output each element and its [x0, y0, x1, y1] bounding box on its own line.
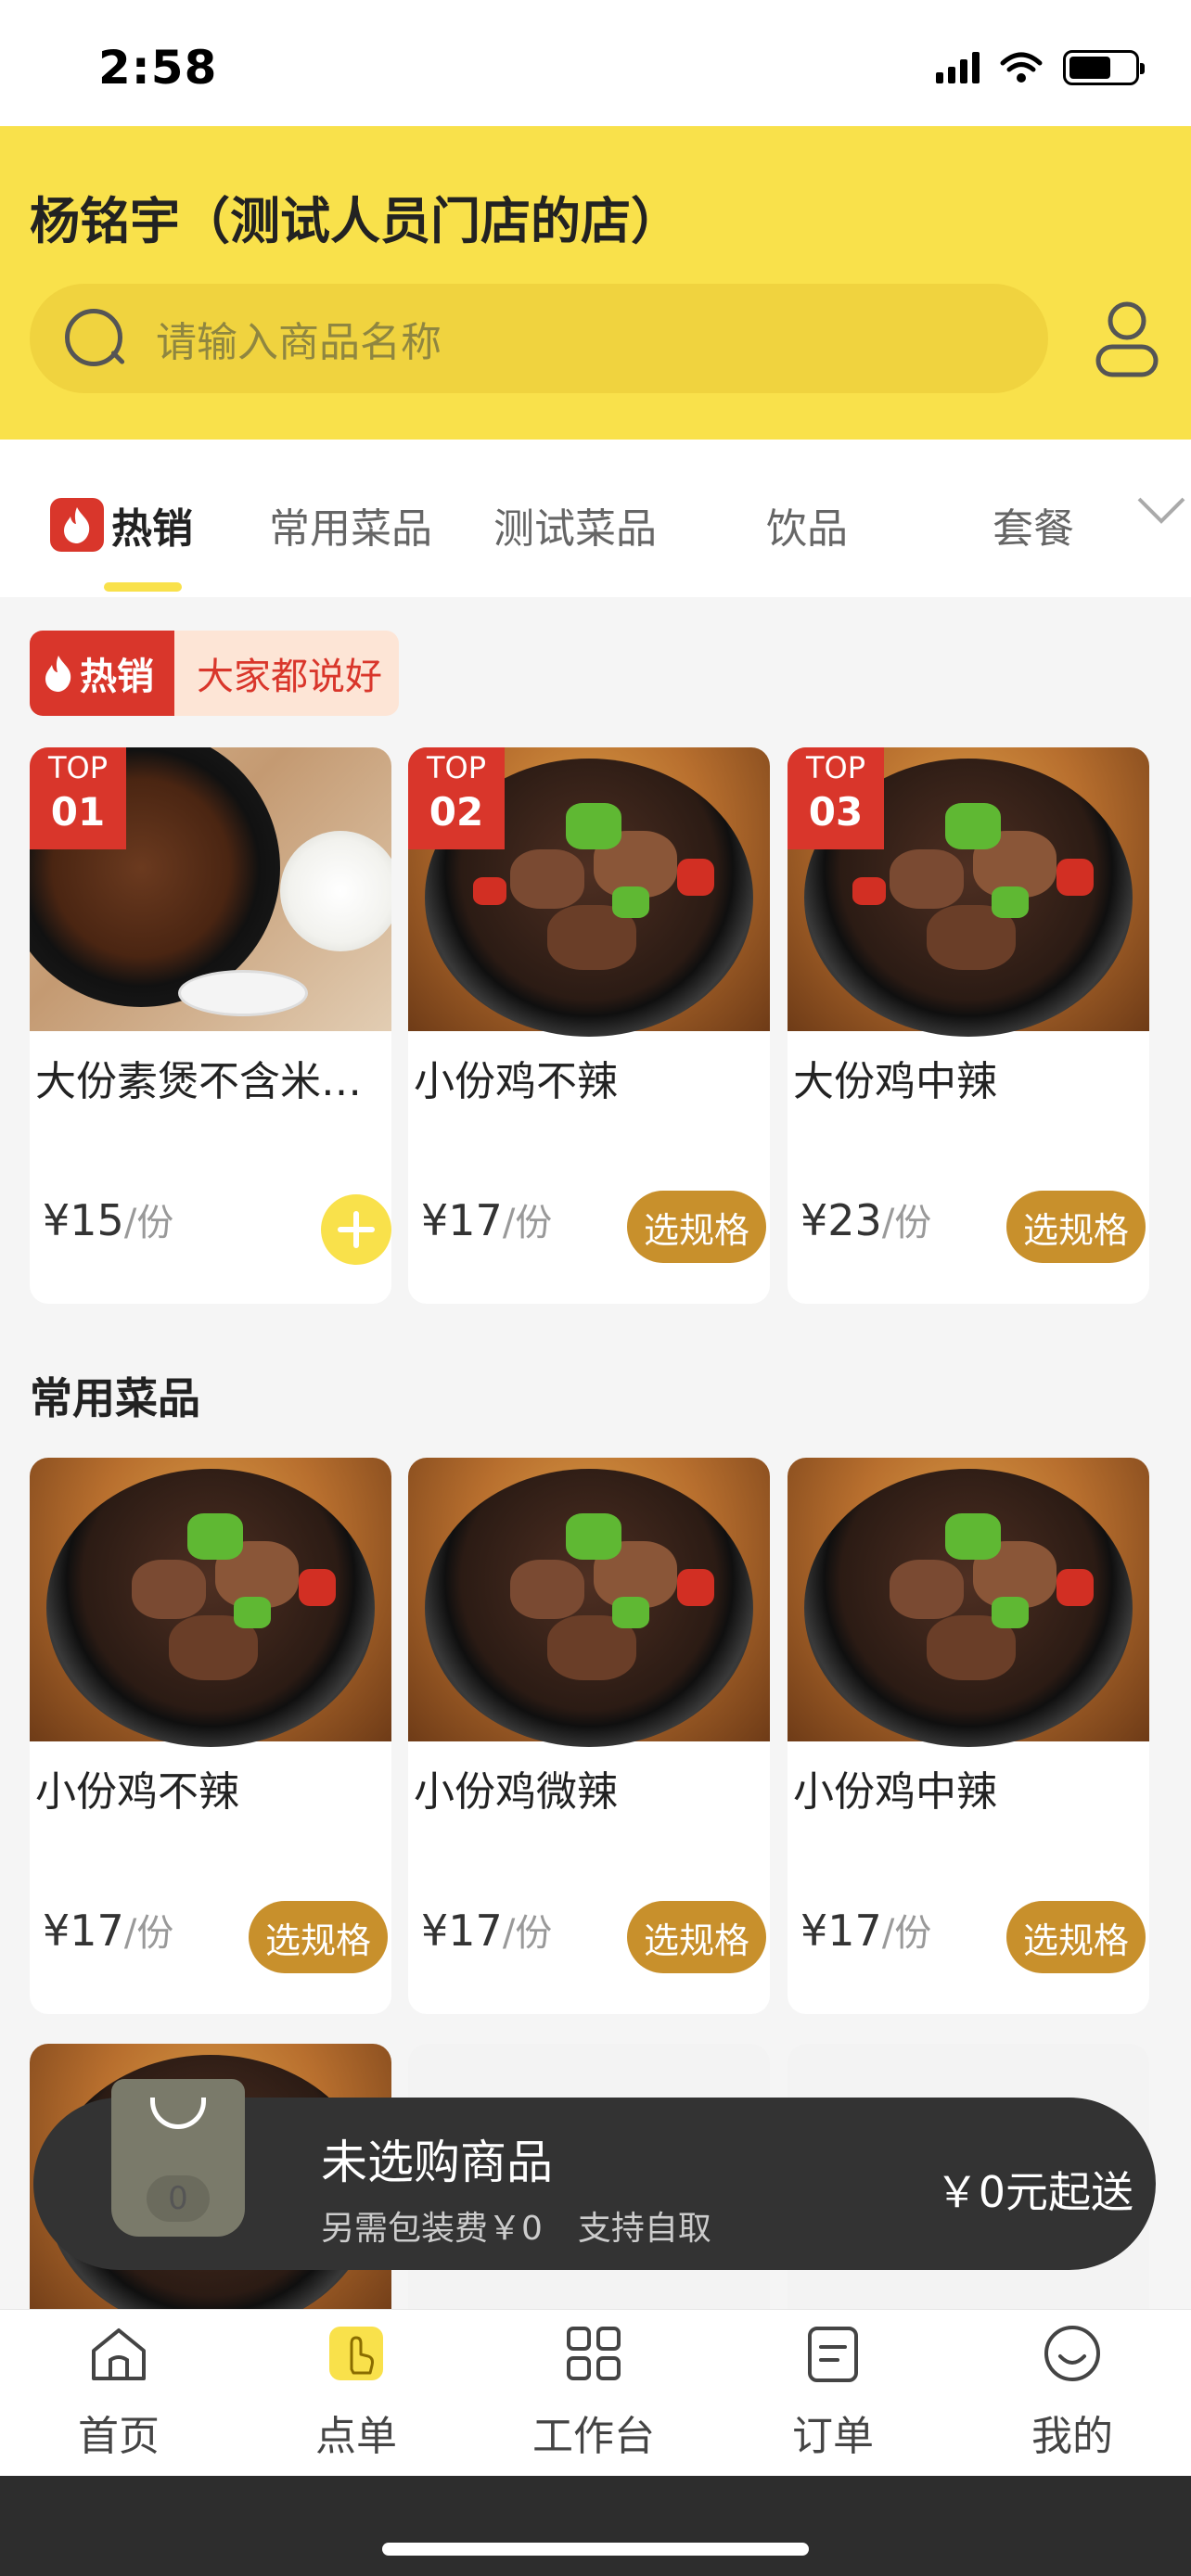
- nav-workbench[interactable]: 工作台: [501, 2323, 686, 2462]
- packaging-fee: 另需包装费￥0: [321, 2210, 543, 2248]
- product-name: 小份鸡微辣: [414, 1768, 618, 1816]
- tab-test-dishes[interactable]: 测试菜品: [493, 495, 657, 555]
- product-image: [788, 1458, 1149, 1747]
- status-icons: [936, 50, 1145, 85]
- status-bar: 2:58: [0, 0, 1191, 126]
- category-tabs: 热销 常用菜品 测试菜品 饮品 套餐: [0, 440, 1191, 597]
- product-name: 大份素煲不含米…: [35, 1058, 362, 1105]
- select-spec-button[interactable]: 选规格: [626, 1901, 766, 1973]
- search-icon: [65, 309, 124, 368]
- product-image: TOP 02: [408, 747, 770, 1037]
- receipt-icon: [808, 2327, 858, 2382]
- nav-home[interactable]: 首页: [26, 2323, 211, 2462]
- home-icon: [92, 2328, 146, 2380]
- tab-drinks[interactable]: 饮品: [766, 495, 848, 555]
- grid-icon: [567, 2327, 621, 2380]
- add-to-cart-button[interactable]: [321, 1194, 391, 1265]
- product-image: TOP 03: [788, 747, 1149, 1037]
- cellular-signal-icon: [936, 52, 980, 83]
- product-card[interactable]: TOP 01 大份素煲不含米… ¥15/份: [30, 747, 391, 1304]
- product-price: ¥17/份: [800, 1906, 932, 1956]
- active-tab-indicator: [104, 582, 182, 592]
- store-header: 杨铭宇（测试人员门店的店） 请输入商品名称: [0, 126, 1191, 440]
- product-card[interactable]: 小份鸡不辣 ¥17/份 选规格: [30, 1458, 391, 2014]
- product-image: [408, 1458, 770, 1747]
- search-placeholder[interactable]: 请输入商品名称: [156, 309, 442, 368]
- hot-banner: 热销 大家都说好: [30, 631, 399, 716]
- home-indicator[interactable]: [382, 2543, 809, 2556]
- select-spec-button[interactable]: 选规格: [248, 1901, 388, 1973]
- product-name: 小份鸡不辣: [35, 1768, 239, 1816]
- tab-combos[interactable]: 套餐: [992, 495, 1074, 555]
- rank-badge: TOP 01: [30, 747, 126, 849]
- tab-common-dishes[interactable]: 常用菜品: [269, 495, 432, 555]
- store-name: 杨铭宇（测试人员门店的店）: [30, 192, 681, 250]
- product-price: ¥23/份: [800, 1195, 932, 1245]
- product-price: ¥17/份: [421, 1195, 553, 1245]
- fire-icon: [50, 498, 104, 552]
- product-price: ¥17/份: [421, 1906, 553, 1956]
- nav-profile[interactable]: 我的: [980, 2323, 1165, 2462]
- section-title: 常用菜品: [30, 1373, 200, 1423]
- product-image: [30, 1458, 391, 1747]
- order-hand-icon: [329, 2327, 383, 2380]
- menu-content: 热销 大家都说好 TOP 01 大份素煲不含米… ¥15/份 TOP 02 小份…: [0, 597, 1191, 2309]
- bottom-nav: 首页 点单 工作台 订单 我的: [0, 2309, 1191, 2476]
- tab-hot[interactable]: 热销: [50, 495, 193, 555]
- product-image: TOP 01: [30, 747, 391, 1031]
- chevron-down-icon[interactable]: [1135, 491, 1187, 529]
- select-spec-button[interactable]: 选规格: [1005, 1901, 1146, 1973]
- wifi-icon: [1000, 52, 1043, 83]
- rank-badge: TOP 03: [788, 747, 884, 849]
- nav-order[interactable]: 点单: [263, 2323, 449, 2462]
- product-name: 小份鸡中辣: [793, 1768, 997, 1816]
- battery-icon: [1063, 50, 1145, 85]
- product-name: 大份鸡中辣: [793, 1058, 997, 1105]
- search-bar[interactable]: 请输入商品名称: [30, 284, 1048, 393]
- status-time: 2:58: [98, 41, 218, 95]
- home-indicator-area: [0, 2476, 1191, 2576]
- minimum-order: ￥0元起送: [935, 2167, 1133, 2217]
- product-card[interactable]: TOP 02 小份鸡不辣 ¥17/份 选规格: [408, 747, 770, 1304]
- nav-orders[interactable]: 订单: [740, 2323, 926, 2462]
- hot-tag: 热销: [30, 631, 174, 716]
- fire-icon: [45, 656, 71, 692]
- cart-bar[interactable]: 0 未选购商品 另需包装费￥0 支持自取 ￥0元起送: [33, 2079, 1156, 2270]
- cart-subtitle: 另需包装费￥0 支持自取: [321, 2201, 711, 2250]
- product-price: ¥15/份: [43, 1195, 174, 1245]
- tab-label: 热销: [111, 505, 193, 553]
- user-profile-icon[interactable]: [1095, 299, 1159, 378]
- product-name: 小份鸡不辣: [414, 1058, 618, 1105]
- shopping-bag-icon[interactable]: 0: [111, 2079, 245, 2237]
- hot-slogan: 大家都说好: [174, 631, 399, 716]
- product-price: ¥17/份: [43, 1906, 174, 1956]
- smile-icon: [1044, 2326, 1100, 2381]
- cart-status: 未选购商品: [321, 2136, 553, 2189]
- product-card[interactable]: 小份鸡微辣 ¥17/份 选规格: [408, 1458, 770, 2014]
- select-spec-button[interactable]: 选规格: [626, 1191, 766, 1263]
- select-spec-button[interactable]: 选规格: [1005, 1191, 1146, 1263]
- cart-count: 0: [147, 2175, 210, 2222]
- product-card[interactable]: 小份鸡中辣 ¥17/份 选规格: [788, 1458, 1149, 2014]
- pickup-support: 支持自取: [577, 2210, 711, 2248]
- rank-badge: TOP 02: [408, 747, 505, 849]
- product-card[interactable]: TOP 03 大份鸡中辣 ¥23/份 选规格: [788, 747, 1149, 1304]
